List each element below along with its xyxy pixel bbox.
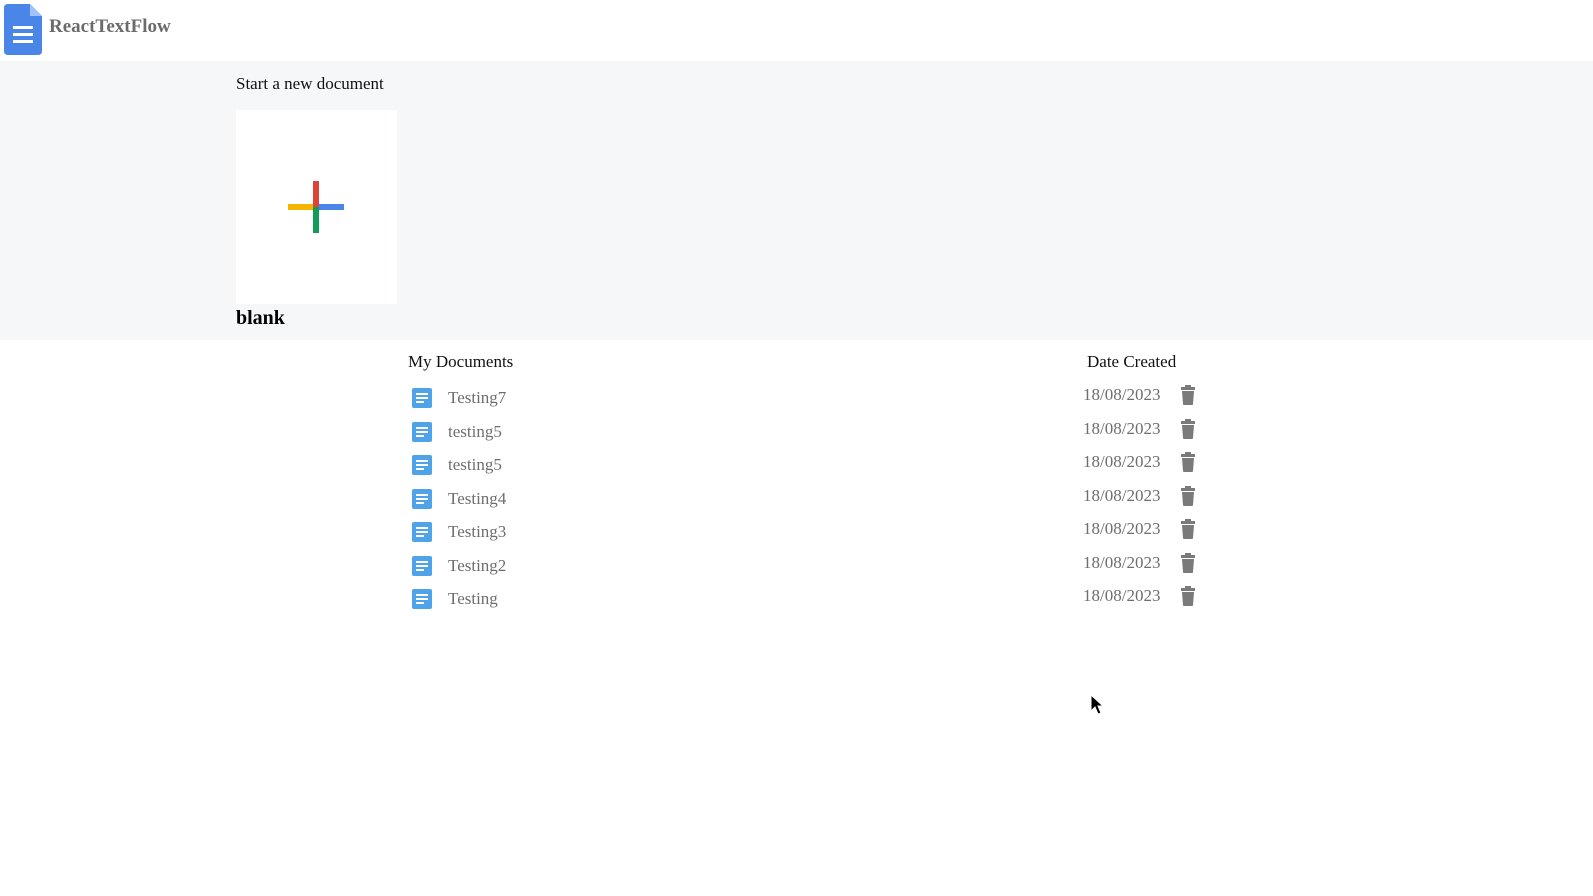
document-name[interactable]: Testing [448, 589, 498, 609]
document-icon [412, 522, 432, 542]
document-row[interactable]: testing5 18/08/2023 [412, 450, 1202, 480]
document-name[interactable]: testing5 [448, 455, 502, 475]
document-icon [412, 455, 432, 475]
google-docs-icon[interactable] [4, 4, 42, 55]
document-date: 18/08/2023 [1083, 418, 1161, 438]
app-title: ReactTextFlow [49, 16, 171, 37]
document-row[interactable]: Testing 18/08/2023 [412, 584, 1202, 614]
document-name[interactable]: testing5 [448, 422, 502, 442]
start-new-document-section: Start a new document blank [0, 61, 1593, 340]
document-row[interactable]: Testing4 18/08/2023 [412, 484, 1202, 514]
trash-icon[interactable] [1180, 552, 1196, 573]
document-date: 18/08/2023 [1083, 552, 1161, 572]
document-name[interactable]: Testing3 [448, 522, 506, 542]
plus-icon [288, 181, 344, 233]
start-section-title: Start a new document [236, 74, 384, 93]
document-name[interactable]: Testing4 [448, 489, 506, 509]
document-date: 18/08/2023 [1083, 519, 1161, 538]
trash-icon[interactable] [1180, 452, 1196, 472]
document-name[interactable]: Testing2 [448, 556, 506, 576]
document-row[interactable]: testing5 18/08/2023 [412, 417, 1202, 447]
trash-icon[interactable] [1180, 385, 1196, 405]
document-icon [412, 589, 432, 609]
document-name[interactable]: Testing7 [448, 388, 506, 408]
trash-icon[interactable] [1180, 519, 1196, 539]
trash-icon[interactable] [1180, 418, 1196, 439]
document-row[interactable]: Testing7 18/08/2023 [412, 383, 1202, 413]
document-icon [412, 421, 432, 442]
document-date: 18/08/2023 [1083, 586, 1161, 605]
document-icon [412, 488, 432, 509]
app-header: ReactTextFlow [0, 0, 1593, 61]
blank-document-button[interactable] [236, 110, 397, 304]
document-row[interactable]: Testing2 18/08/2023 [412, 551, 1202, 581]
document-icon [412, 388, 432, 408]
document-date: 18/08/2023 [1083, 485, 1161, 505]
document-date: 18/08/2023 [1083, 452, 1161, 471]
blank-document-label: blank [236, 307, 285, 329]
document-row[interactable]: Testing3 18/08/2023 [412, 517, 1202, 547]
mouse-cursor-icon [1090, 694, 1104, 715]
document-date: 18/08/2023 [1083, 385, 1161, 404]
date-created-heading: Date Created [1087, 352, 1177, 371]
my-documents-heading: My Documents [408, 352, 514, 371]
document-icon [412, 555, 432, 576]
trash-icon[interactable] [1180, 586, 1196, 606]
trash-icon[interactable] [1180, 485, 1196, 506]
